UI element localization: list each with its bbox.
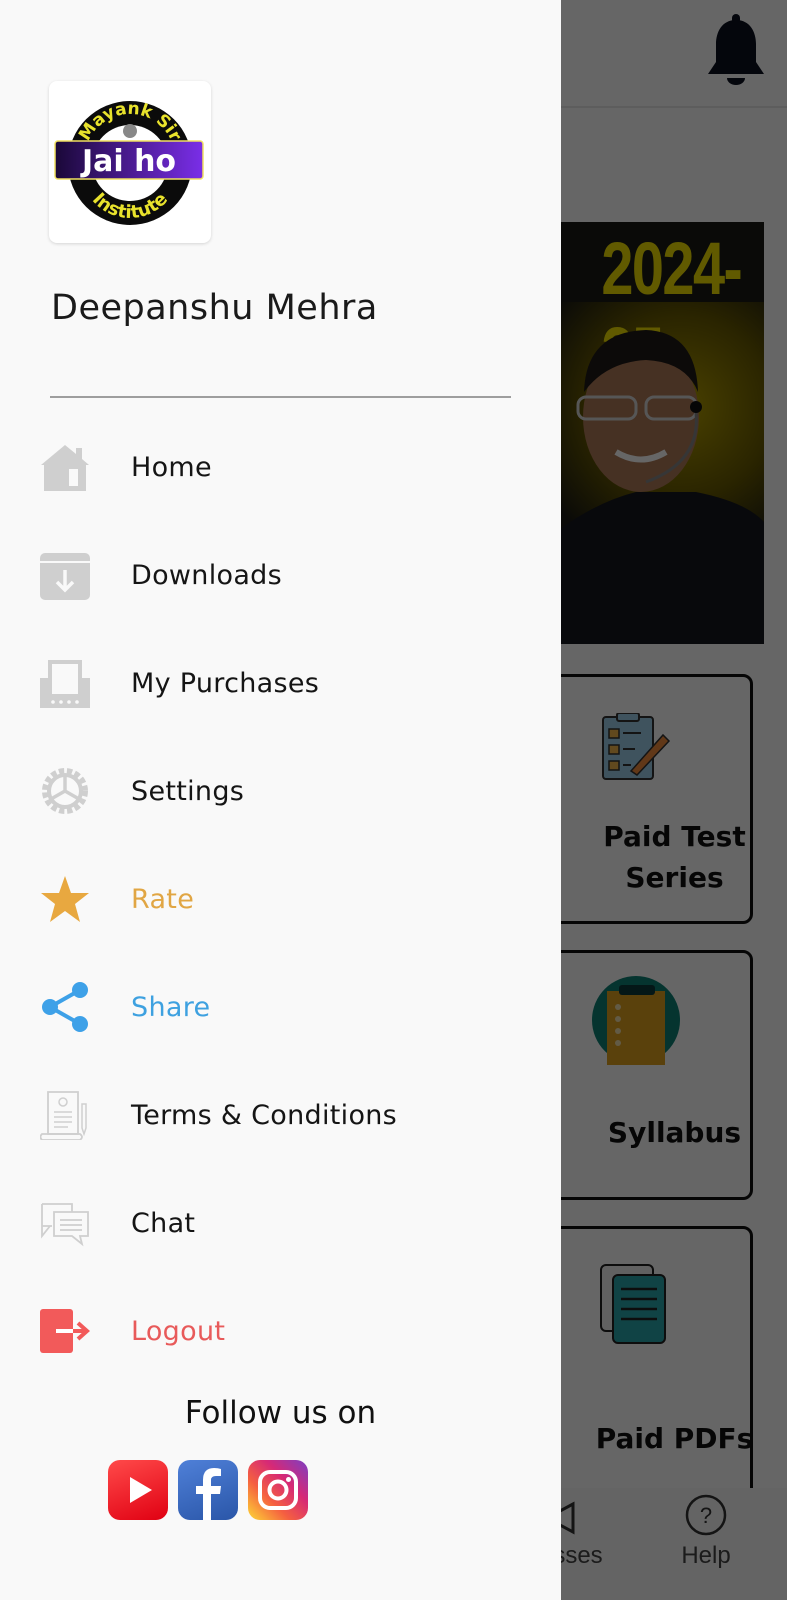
menu-label: Downloads — [131, 559, 282, 591]
menu-item-downloads[interactable]: Downloads — [0, 530, 561, 620]
follow-us-text: Follow us on — [184, 1395, 377, 1431]
user-name: Deepanshu Mehra — [51, 288, 378, 328]
menu-label: Share — [131, 991, 211, 1023]
purchases-icon — [40, 658, 90, 708]
menu-label: Logout — [131, 1315, 226, 1347]
institute-logo: Mayank Sir Institute Jai ho — [49, 81, 211, 243]
star-icon — [40, 874, 90, 924]
menu-label: Home — [131, 451, 212, 483]
gear-icon — [40, 766, 90, 816]
instagram-icon — [258, 1470, 298, 1510]
logo-graphic: Mayank Sir Institute Jai ho — [54, 99, 204, 225]
facebook-icon — [196, 1468, 221, 1520]
youtube-icon — [130, 1477, 152, 1503]
menu-item-rate[interactable]: Rate — [0, 854, 561, 944]
document-pen-icon — [40, 1090, 90, 1140]
menu-label: My Purchases — [131, 667, 320, 699]
menu-label: Chat — [131, 1207, 196, 1239]
menu-label: Settings — [131, 775, 245, 807]
menu-item-terms[interactable]: Terms & Conditions — [0, 1070, 561, 1160]
download-box-icon — [40, 550, 90, 600]
share-icon — [40, 982, 90, 1032]
youtube-button[interactable] — [108, 1460, 168, 1520]
follow-us-label: Follow us on — [0, 1395, 561, 1431]
menu-item-home[interactable]: Home — [0, 422, 561, 512]
home-icon — [40, 442, 90, 492]
instagram-button[interactable] — [248, 1460, 308, 1520]
logout-icon — [40, 1306, 90, 1356]
menu-item-share[interactable]: Share — [0, 962, 561, 1052]
menu-item-settings[interactable]: Settings — [0, 746, 561, 836]
facebook-button[interactable] — [178, 1460, 238, 1520]
menu-label: Terms & Conditions — [131, 1099, 398, 1131]
menu-item-logout[interactable]: Logout — [0, 1286, 561, 1376]
menu-item-my-purchases[interactable]: My Purchases — [0, 638, 561, 728]
header-divider — [50, 396, 511, 398]
logo-center-text: Jai ho — [80, 144, 176, 179]
chat-bubbles-icon — [40, 1198, 90, 1248]
menu-item-chat[interactable]: Chat — [0, 1178, 561, 1268]
navigation-drawer: Mayank Sir Institute Jai ho Deepanshu Me… — [0, 0, 561, 1600]
menu-label: Rate — [131, 883, 195, 915]
